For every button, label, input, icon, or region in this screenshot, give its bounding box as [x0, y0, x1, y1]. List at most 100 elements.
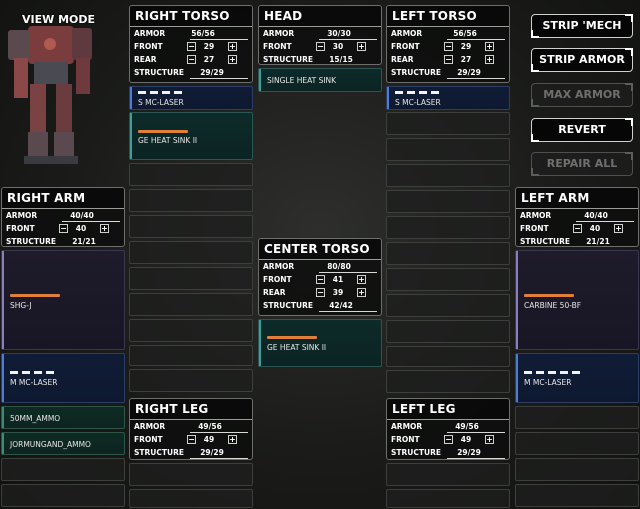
slot-item-label: SHG-J	[10, 301, 32, 310]
right-leg-title: RIGHT LEG	[130, 399, 252, 420]
left-torso-rear-value: 27	[460, 55, 472, 64]
left-torso-front-value: 29	[460, 42, 472, 51]
front-increase-button[interactable]: +	[357, 275, 366, 284]
left-leg-front-value: 49	[460, 435, 472, 444]
left-torso-slot-weapon[interactable]: S MC-LASER	[386, 86, 510, 110]
front-increase-button[interactable]: +	[228, 42, 237, 51]
right-torso-slot-weapon[interactable]: S MC-LASER	[129, 86, 253, 110]
max-armor-label: MAX ARMOR	[543, 88, 621, 101]
left-arm-slot-carbine[interactable]: CARBINE 50-BF	[515, 250, 639, 350]
max-armor-button[interactable]: MAX ARMOR	[531, 83, 633, 107]
revert-button[interactable]: REVERT	[531, 118, 633, 142]
structure-label: STRUCTURE	[520, 237, 570, 246]
front-increase-button[interactable]: +	[614, 224, 623, 233]
right-torso-slot-heat-sink[interactable]: GE HEAT SINK II	[129, 112, 253, 160]
rear-label: REAR	[134, 55, 157, 64]
slot-item-label: GE HEAT SINK II	[138, 136, 198, 145]
head-slot-heat-sink[interactable]: SINGLE HEAT SINK	[258, 68, 382, 92]
slot-item-label: JORMUNGAND_AMMO	[10, 440, 91, 449]
left-torso-empty-slot[interactable]	[386, 294, 510, 317]
right-leg-empty-slot[interactable]	[129, 463, 253, 486]
rear-increase-button[interactable]: +	[228, 55, 237, 64]
head-panel: HEAD ARMOR 30/30 FRONT − 30 + STRUCTURE …	[258, 5, 382, 65]
right-arm-empty-slot[interactable]	[1, 484, 125, 507]
structure-label: STRUCTURE	[391, 68, 441, 77]
right-torso-empty-slot[interactable]	[129, 293, 253, 316]
strip-armor-button[interactable]: STRIP ARMOR	[531, 48, 633, 72]
structure-label: STRUCTURE	[263, 55, 313, 64]
right-torso-rear-value: 27	[203, 55, 215, 64]
left-torso-empty-slot[interactable]	[386, 190, 510, 213]
left-leg-empty-slot[interactable]	[386, 489, 510, 508]
left-torso-empty-slot[interactable]	[386, 112, 510, 135]
right-arm-structure-value: 21/21	[72, 237, 96, 246]
left-arm-slot-laser[interactable]: M MC-LASER	[515, 353, 639, 403]
front-increase-button[interactable]: +	[357, 42, 366, 51]
armor-label: ARMOR	[391, 422, 423, 431]
right-torso-empty-slot[interactable]	[129, 215, 253, 238]
front-increase-button[interactable]: +	[485, 42, 494, 51]
left-arm-empty-slot[interactable]	[515, 484, 639, 507]
right-arm-slot-ammo[interactable]: JORMUNGAND_AMMO	[1, 432, 125, 455]
left-leg-title: LEFT LEG	[387, 399, 509, 420]
right-torso-empty-slot[interactable]	[129, 189, 253, 212]
right-torso-empty-slot[interactable]	[129, 241, 253, 264]
left-arm-title: LEFT ARM	[516, 188, 638, 209]
strip-mech-button[interactable]: STRIP 'MECH	[531, 14, 633, 38]
rear-increase-button[interactable]: +	[485, 55, 494, 64]
left-torso-empty-slot[interactable]	[386, 346, 510, 367]
left-leg-empty-slot[interactable]	[386, 463, 510, 486]
left-torso-empty-slot[interactable]	[386, 138, 510, 161]
front-increase-button[interactable]: +	[485, 435, 494, 444]
left-leg-panel: LEFT LEG ARMOR 49/56 FRONT − 49 + STRUCT…	[386, 398, 510, 460]
repair-all-button[interactable]: REPAIR ALL	[531, 152, 633, 176]
left-torso-empty-slot[interactable]	[386, 320, 510, 343]
front-increase-button[interactable]: +	[228, 435, 237, 444]
left-torso-empty-slot[interactable]	[386, 268, 510, 291]
slot-item-label: CARBINE 50-BF	[524, 301, 582, 310]
front-label: FRONT	[134, 42, 163, 51]
mech-model-image	[8, 26, 92, 164]
center-torso-slot-heat-sink[interactable]: GE HEAT SINK II	[258, 319, 382, 367]
right-leg-panel: RIGHT LEG ARMOR 49/56 FRONT − 49 + STRUC…	[129, 398, 253, 460]
left-torso-empty-slot[interactable]	[386, 216, 510, 239]
view-mode-label[interactable]: VIEW MODE	[22, 13, 95, 26]
strip-armor-label: STRIP ARMOR	[539, 53, 625, 66]
right-leg-empty-slot[interactable]	[129, 489, 253, 508]
right-torso-empty-slot[interactable]	[129, 267, 253, 290]
slot-item-label: GE HEAT SINK II	[267, 343, 327, 352]
right-arm-slot-laser[interactable]: M MC-LASER	[1, 353, 125, 403]
left-arm-panel: LEFT ARM ARMOR 40/40 FRONT − 40 + STRUCT…	[515, 187, 639, 247]
right-torso-empty-slot[interactable]	[129, 163, 253, 186]
left-arm-empty-slot[interactable]	[515, 406, 639, 429]
armor-label: ARMOR	[263, 29, 295, 38]
right-torso-title: RIGHT TORSO	[130, 6, 252, 27]
front-increase-button[interactable]: +	[100, 224, 109, 233]
front-label: FRONT	[520, 224, 549, 233]
front-label: FRONT	[391, 42, 420, 51]
left-torso-empty-slot[interactable]	[386, 370, 510, 393]
right-torso-empty-slot[interactable]	[129, 345, 253, 366]
head-structure-value: 15/15	[329, 55, 353, 64]
right-arm-empty-slot[interactable]	[1, 458, 125, 481]
left-arm-empty-slot[interactable]	[515, 432, 639, 455]
left-torso-empty-slot[interactable]	[386, 242, 510, 265]
mech-preview[interactable]	[0, 8, 100, 180]
right-arm-panel: RIGHT ARM ARMOR 40/40 FRONT − 40 + STRUC…	[1, 187, 125, 247]
right-torso-empty-slot[interactable]	[129, 319, 253, 342]
right-arm-slot-shotgun[interactable]: SHG-J	[1, 250, 125, 350]
slot-item-label: M MC-LASER	[10, 378, 58, 387]
slot-item-label: S MC-LASER	[395, 98, 441, 107]
slot-item-label: SINGLE HEAT SINK	[267, 76, 337, 85]
right-arm-front-value: 40	[75, 224, 87, 233]
rear-increase-button[interactable]: +	[357, 288, 366, 297]
left-arm-empty-slot[interactable]	[515, 458, 639, 481]
structure-label: STRUCTURE	[391, 448, 441, 457]
right-arm-slot-ammo[interactable]: 50MM_AMMO	[1, 406, 125, 429]
left-torso-empty-slot[interactable]	[386, 164, 510, 187]
right-torso-empty-slot[interactable]	[129, 369, 253, 392]
revert-label: REVERT	[558, 123, 606, 136]
left-arm-structure-value: 21/21	[586, 237, 610, 246]
structure-label: STRUCTURE	[134, 68, 184, 77]
left-torso-panel: LEFT TORSO ARMOR 56/56 FRONT − 29 + REAR…	[386, 5, 510, 83]
